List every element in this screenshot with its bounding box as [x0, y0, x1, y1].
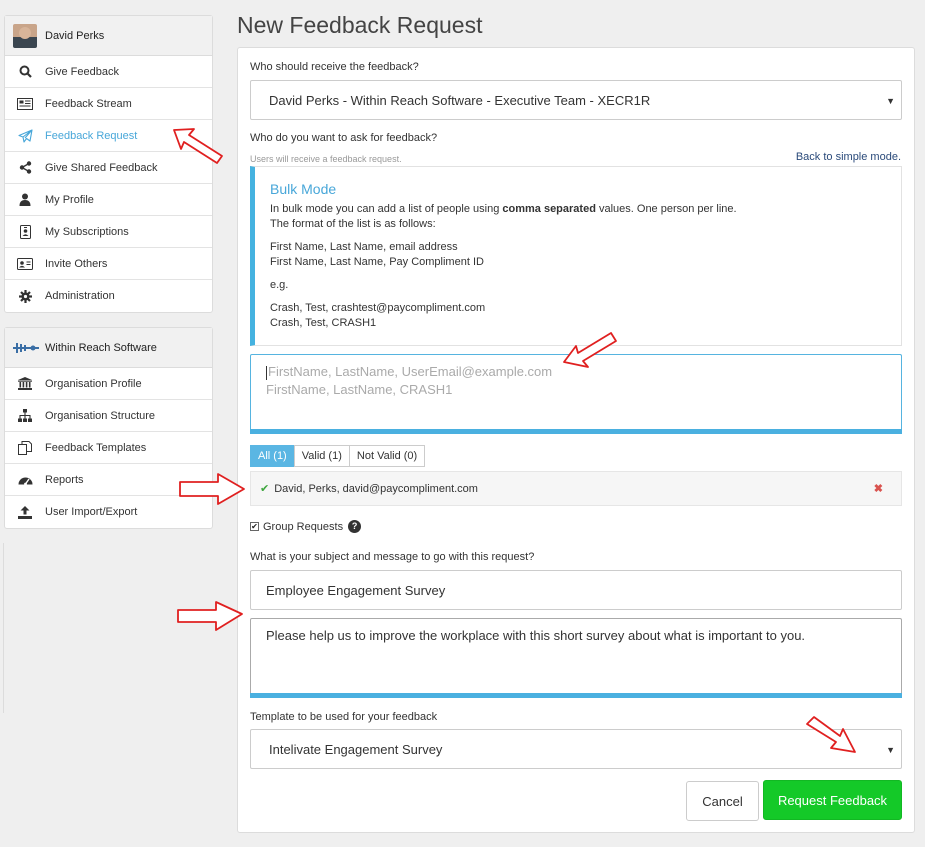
sidebar-item-label: User Import/Export [45, 506, 138, 518]
subject-value: Employee Engagement Survey [266, 582, 446, 598]
placeholder-line-2: FirstName, LastName, CRASH1 [266, 382, 453, 397]
user-name: David Perks [45, 29, 105, 42]
paper-plane-icon [17, 128, 33, 144]
id-badge-icon [17, 224, 33, 240]
copy-icon [17, 440, 33, 456]
user-header[interactable]: David Perks [5, 16, 212, 56]
bulk-intro-bold: comma separated [502, 203, 596, 215]
request-feedback-button[interactable]: Request Feedback [763, 780, 902, 820]
bulk-format-line: The format of the list is as follows: [270, 218, 436, 230]
newspaper-icon [17, 96, 33, 112]
sidebar-item-organisation-structure[interactable]: Organisation Structure [5, 400, 212, 432]
sidebar-item-label: My Subscriptions [45, 225, 129, 238]
bulk-format-2: First Name, Last Name, Pay Compliment ID [270, 256, 484, 268]
sidebar-item-feedback-stream[interactable]: Feedback Stream [5, 88, 212, 120]
org-logo-icon [13, 342, 39, 353]
subject-input[interactable]: Employee Engagement Survey [250, 570, 902, 610]
bulk-example-1: Crash, Test, crashtest@paycompliment.com [270, 302, 486, 314]
result-entry-text: David, Perks, david@paycompliment.com [274, 482, 478, 495]
address-card-icon [17, 256, 33, 272]
group-requests-checkbox[interactable]: ✔ [250, 522, 259, 531]
ask-label: Who do you want to ask for feedback? [250, 132, 438, 144]
sidebar-item-my-subscriptions[interactable]: My Subscriptions [5, 216, 212, 248]
placeholder-line-1: FirstName, LastName, UserEmail@example.c… [268, 364, 553, 379]
bulk-mode-title: Bulk Mode [270, 181, 337, 197]
receiver-label: Who should receive the feedback? [250, 61, 419, 73]
sidebar-item-administration[interactable]: Administration [5, 280, 212, 312]
sidebar-divider [3, 543, 4, 713]
close-icon[interactable]: ✖ [874, 482, 883, 495]
receiver-selected-value: David Perks - Within Reach Software - Ex… [269, 92, 651, 108]
cancel-button[interactable]: Cancel [686, 781, 759, 821]
search-icon [17, 64, 33, 80]
receiver-select[interactable]: David Perks - Within Reach Software - Ex… [250, 80, 902, 120]
annotation-arrow-icon [806, 716, 856, 753]
sidebar-item-my-profile[interactable]: My Profile [5, 184, 212, 216]
sidebar-item-label: Give Feedback [45, 65, 119, 78]
list-item: ✔ David, Perks, david@paycompliment.com … [250, 471, 902, 506]
bulk-example-2: Crash, Test, CRASH1 [270, 317, 377, 329]
ask-hint: Users will receive a feedback request. [250, 154, 402, 164]
textarea-focus-bar [250, 429, 902, 434]
sidebar-item-label: Organisation Structure [45, 409, 156, 422]
group-requests-label: Group Requests [263, 520, 344, 533]
bank-icon [17, 376, 33, 392]
page-title: New Feedback Request [237, 12, 483, 38]
tab-not-valid[interactable]: Not Valid (0) [348, 445, 426, 467]
sidebar-item-label: Administration [45, 290, 115, 302]
bulk-intro-text-end: values. One person per line. [595, 203, 737, 215]
sidebar-item-feedback-templates[interactable]: Feedback Templates [5, 432, 212, 464]
bulk-eg: e.g. [270, 279, 289, 291]
group-requests-row: ✔ Group Requests ? [250, 520, 362, 533]
bulk-format-1: First Name, Last Name, email address [270, 241, 458, 253]
sidebar-item-organisation-profile[interactable]: Organisation Profile [5, 368, 212, 400]
bulk-mode-intro: In bulk mode you can add a list of peopl… [270, 202, 886, 217]
gear-icon [17, 288, 33, 304]
question-circle-icon[interactable]: ? [348, 520, 362, 533]
subject-label: What is your subject and message to go w… [250, 551, 535, 563]
sidebar-item-label: Organisation Profile [45, 377, 142, 390]
message-value: Please help us to improve the workplace … [266, 628, 806, 643]
check-icon: ✔ [260, 483, 270, 495]
sidebar-item-label: Invite Others [45, 257, 108, 270]
dashboard-icon [17, 472, 33, 488]
bulk-mode-info: Bulk Mode In bulk mode you can add a lis… [250, 166, 902, 346]
org-header[interactable]: Within Reach Software [5, 328, 212, 368]
org-name: Within Reach Software [45, 341, 157, 354]
back-to-simple-mode-link[interactable]: Back to simple mode. [796, 151, 901, 163]
user-icon [17, 192, 33, 208]
annotation-arrow-icon [173, 128, 223, 164]
annotation-arrow-icon [179, 473, 245, 505]
annotation-arrow-icon [177, 601, 243, 631]
filter-tabs: All (1) Valid (1) Not Valid (0) [250, 445, 426, 467]
message-textarea[interactable]: Please help us to improve the workplace … [250, 618, 902, 698]
template-selected-value: Intelivate Engagement Survey [269, 741, 443, 757]
sidebar-item-label: Feedback Request [45, 129, 138, 142]
annotation-arrow-icon [563, 332, 617, 368]
sidebar-item-label: Reports [45, 473, 84, 486]
tab-valid[interactable]: Valid (1) [293, 445, 350, 467]
sidebar-item-label: Feedback Stream [45, 97, 132, 110]
template-label: Template to be used for your feedback [250, 711, 438, 723]
tab-all[interactable]: All (1) [250, 445, 295, 467]
sidebar-item-label: Feedback Templates [45, 441, 147, 454]
upload-icon [17, 504, 33, 520]
share-icon [17, 160, 33, 176]
chevron-down-icon: ▼ [886, 745, 895, 755]
textarea-focus-bar [250, 693, 902, 698]
sidebar-item-label: My Profile [45, 193, 94, 206]
avatar [13, 23, 37, 48]
sidebar-item-invite-others[interactable]: Invite Others [5, 248, 212, 280]
sidebar-item-label: Give Shared Feedback [45, 161, 158, 174]
bulk-intro-text: In bulk mode you can add a list of peopl… [270, 203, 503, 215]
chevron-down-icon: ▼ [886, 96, 895, 106]
sidebar-item-give-feedback[interactable]: Give Feedback [5, 56, 212, 88]
sitemap-icon [17, 408, 33, 424]
